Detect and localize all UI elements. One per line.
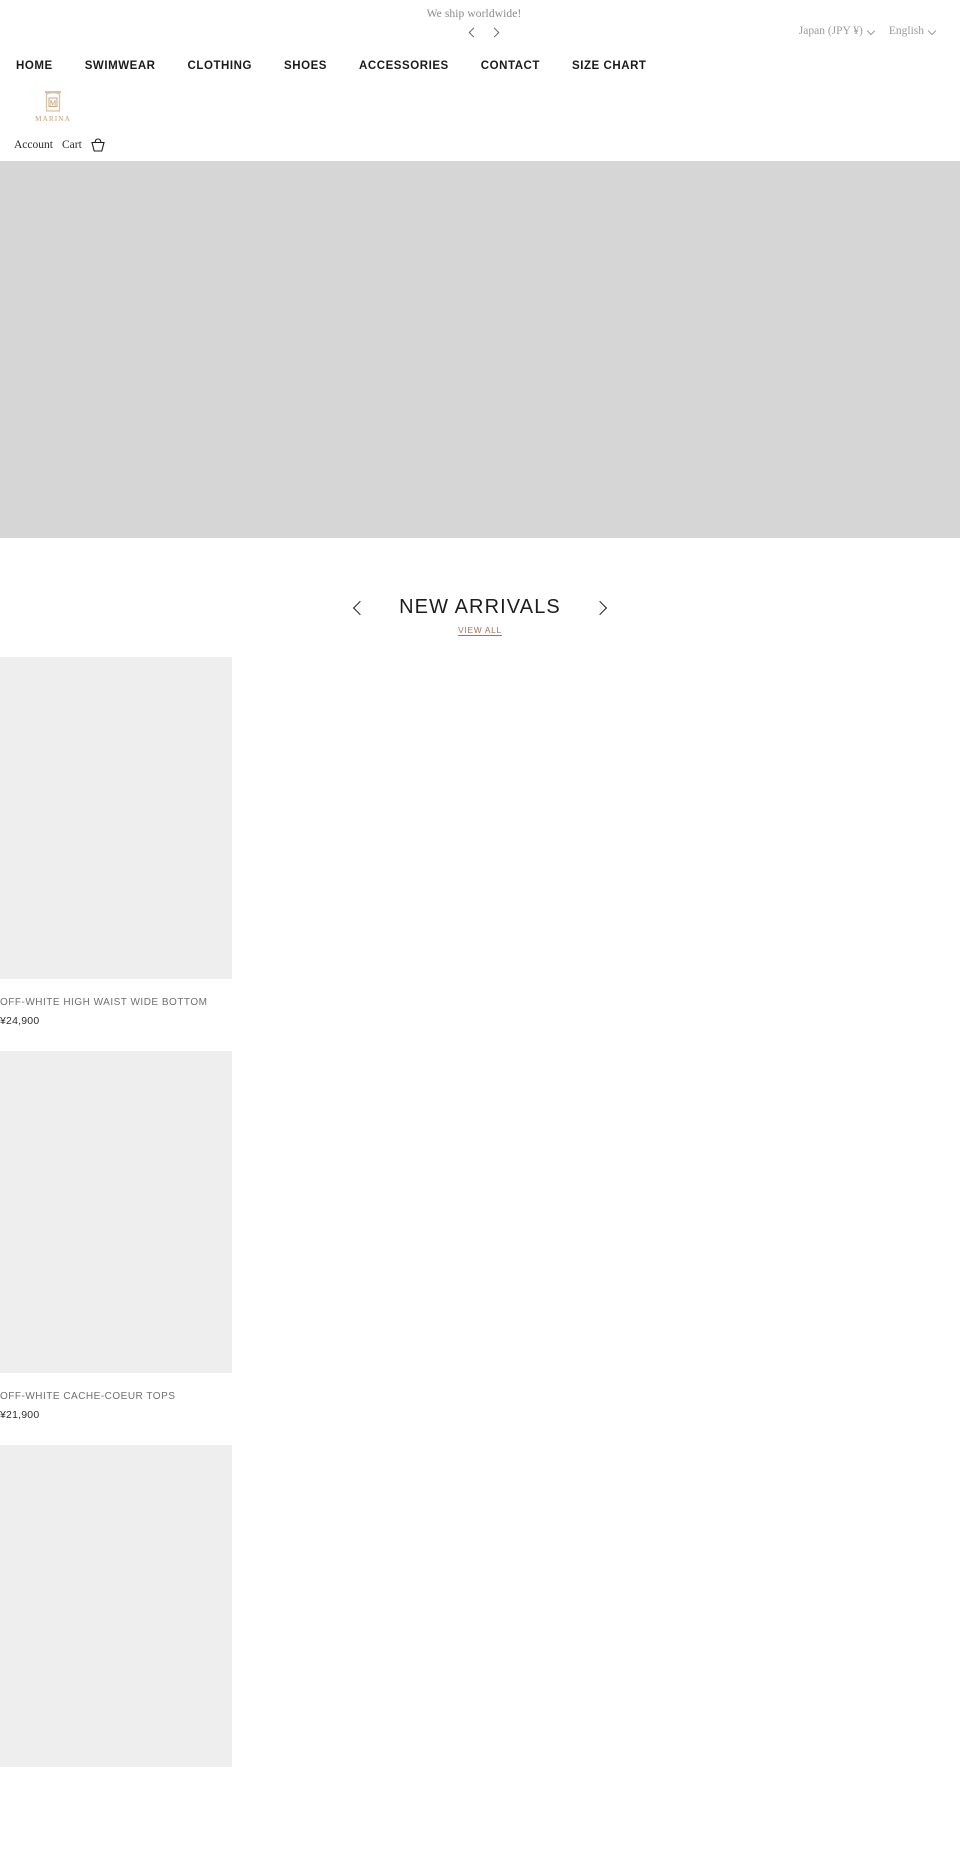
product-price: ¥21,900 xyxy=(0,1409,40,1421)
product-card[interactable]: OFF-WHITE CACHE-COEUR TOPS ¥21,900 xyxy=(0,1051,232,1421)
product-image[interactable] xyxy=(0,657,232,979)
announcement-center: We ship worldwide! xyxy=(427,7,522,39)
carousel-prev-icon[interactable] xyxy=(350,597,372,619)
cart-link[interactable]: Cart xyxy=(62,139,82,151)
language-label: English xyxy=(888,25,924,37)
nav-item-swimwear[interactable]: SWIMWEAR xyxy=(85,60,175,72)
utility-links: Account Cart xyxy=(0,131,960,161)
product-card[interactable]: OFF-WHITE HIGH WAIST WIDE BOTTOM ¥24,900 xyxy=(0,657,232,1027)
chevron-left-icon[interactable] xyxy=(467,27,479,39)
carousel-next-icon[interactable] xyxy=(588,597,610,619)
site-header: HOME SWIMWEAR CLOTHING SHOES ACCESSORIES… xyxy=(0,43,960,161)
shopping-basket-icon[interactable] xyxy=(89,137,107,153)
chevron-down-icon xyxy=(868,28,875,35)
product-image[interactable] xyxy=(0,1051,232,1373)
nav-item-accessories[interactable]: ACCESSORIES xyxy=(359,60,468,72)
product-title: OFF-WHITE HIGH WAIST WIDE BOTTOM xyxy=(0,997,208,1008)
nav-item-size-chart[interactable]: SIZE CHART xyxy=(572,60,666,72)
currency-selector[interactable]: Japan (JPY ¥) xyxy=(799,25,875,37)
grid-spacer xyxy=(0,1421,960,1445)
site-logo[interactable]: M MARINA xyxy=(35,89,71,129)
nav-item-shoes[interactable]: SHOES xyxy=(284,60,346,72)
product-price: ¥24,900 xyxy=(0,1015,40,1027)
nav-item-contact[interactable]: CONTACT xyxy=(481,60,559,72)
currency-label: Japan (JPY ¥) xyxy=(798,25,863,37)
nav-item-home[interactable]: HOME xyxy=(16,60,72,72)
hero-banner[interactable] xyxy=(0,161,960,538)
product-grid: OFF-WHITE HIGH WAIST WIDE BOTTOM ¥24,900… xyxy=(0,657,960,1784)
chevron-right-icon[interactable] xyxy=(488,27,500,39)
section-title: NEW ARRIVALS xyxy=(399,596,561,618)
product-title: OFF-WHITE CACHE-COEUR TOPS xyxy=(0,1391,176,1402)
product-image[interactable] xyxy=(0,1445,232,1767)
nav-item-clothing[interactable]: CLOTHING xyxy=(188,60,271,72)
svg-text:M: M xyxy=(50,98,57,107)
chevron-down-icon xyxy=(929,28,936,35)
announcement-bar: We ship worldwide! Japan (JPY ¥) English xyxy=(0,0,960,43)
announcement-text: We ship worldwide! xyxy=(426,8,522,20)
marina-monogram-icon: M xyxy=(42,89,64,114)
main-navigation: HOME SWIMWEAR CLOTHING SHOES ACCESSORIES… xyxy=(0,53,960,79)
new-arrivals-header: NEW ARRIVALS VIEW ALL xyxy=(0,538,960,635)
logo-wordmark: MARINA xyxy=(35,115,71,123)
product-card[interactable] xyxy=(0,1445,232,1784)
account-link[interactable]: Account xyxy=(14,139,53,151)
language-selector[interactable]: English xyxy=(889,25,936,37)
locale-selectors: Japan (JPY ¥) English xyxy=(799,25,936,37)
view-all-link[interactable]: VIEW ALL xyxy=(458,625,502,635)
grid-spacer xyxy=(0,1027,960,1051)
announcement-arrows xyxy=(449,27,500,39)
logo-container: M MARINA xyxy=(0,79,960,131)
section-title-row: NEW ARRIVALS xyxy=(0,596,960,619)
